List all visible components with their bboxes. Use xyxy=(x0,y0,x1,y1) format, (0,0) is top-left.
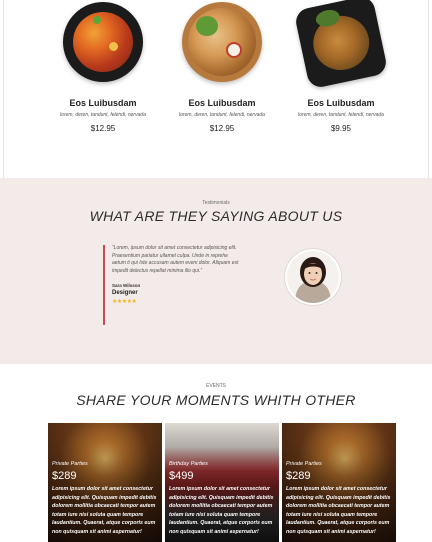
reviewer-name: Sara Wilsson xyxy=(112,283,141,289)
event-label: Birthday Parties xyxy=(169,461,208,467)
dish-image xyxy=(162,0,282,88)
dish-name: Eos Luibusdam xyxy=(188,98,256,108)
event-price: $289 xyxy=(52,470,77,482)
salad-icon xyxy=(196,16,218,36)
event-label: Private Parties xyxy=(52,461,88,467)
dish-price: $9.95 xyxy=(330,124,352,133)
testimonial-quote: “Lorem, ipsum dolor sit amet consectetur… xyxy=(103,245,243,325)
menu-item[interactable]: Eos Luibusdam lorem, deren, tandunt, fel… xyxy=(162,0,282,133)
dish-description: lorem, deren, tandunt, felendi, nervada xyxy=(298,112,384,118)
event-description: Lorem ipsum dolor sit amet consectetur a… xyxy=(286,486,391,535)
food-image xyxy=(73,12,133,72)
plate-icon xyxy=(182,2,262,82)
dish-name: Eos Luibusdam xyxy=(69,98,137,108)
section-eyebrow: EVENTS xyxy=(205,383,226,389)
plate-icon xyxy=(63,2,143,82)
reviewer-role: Designer xyxy=(112,290,138,297)
menu-section: Eos Luibusdam lorem, deren, tandunt, fel… xyxy=(0,0,432,178)
event-card[interactable]: Private Parties $289 Lorem ipsum dolor s… xyxy=(282,423,396,542)
garnish-icon xyxy=(109,42,118,51)
section-eyebrow: Testimonials xyxy=(202,200,230,206)
person-portrait-icon xyxy=(287,251,339,303)
menu-item[interactable]: Eos Luibusdam lorem, deren, tandunt, fel… xyxy=(281,0,401,133)
event-card[interactable]: Birthday Parties $499 Lorem ipsum dolor … xyxy=(165,423,279,542)
section-title: WHAT ARE THEY SAYING ABOUT US xyxy=(89,208,343,224)
event-card[interactable]: Private Parties $289 Lorem ipsum dolor s… xyxy=(48,423,162,542)
dish-name: Eos Luibusdam xyxy=(307,98,375,108)
dish-image xyxy=(43,0,163,88)
event-description: Lorem ipsum dolor sit amet consectetur a… xyxy=(52,486,157,535)
dish-image xyxy=(281,0,401,90)
event-price: $289 xyxy=(286,470,311,482)
sauce-bowl-icon xyxy=(226,42,242,58)
rating-stars-icon: ★★★★★ xyxy=(112,299,137,306)
section-title: SHARE YOUR MOMENTS WHITH OTHER xyxy=(76,392,356,408)
dish-price: $12.95 xyxy=(209,124,235,133)
quote-text: “Lorem, ipsum dolor sit amet consectetur… xyxy=(112,245,239,274)
avatar xyxy=(285,249,341,305)
garnish-icon xyxy=(93,16,101,24)
event-price: $499 xyxy=(169,470,194,482)
event-description: Lorem ipsum dolor sit amet consectetur a… xyxy=(169,486,274,535)
dish-description: lorem, deren, tandunt, felendi, nervada xyxy=(60,112,146,118)
dish-price: $12.95 xyxy=(90,124,116,133)
events-section: EVENTS SHARE YOUR MOMENTS WHITH OTHER Pr… xyxy=(0,364,432,542)
page: Eos Luibusdam lorem, deren, tandunt, fel… xyxy=(0,0,432,542)
menu-item[interactable]: Eos Luibusdam lorem, deren, tandunt, fel… xyxy=(43,0,163,133)
plate-icon xyxy=(293,0,389,90)
event-label: Private Parties xyxy=(286,461,322,467)
testimonials-section: Testimonials WHAT ARE THEY SAYING ABOUT … xyxy=(0,178,432,364)
dish-description: lorem, deren, tandunt, felendi, nervada xyxy=(179,112,265,118)
